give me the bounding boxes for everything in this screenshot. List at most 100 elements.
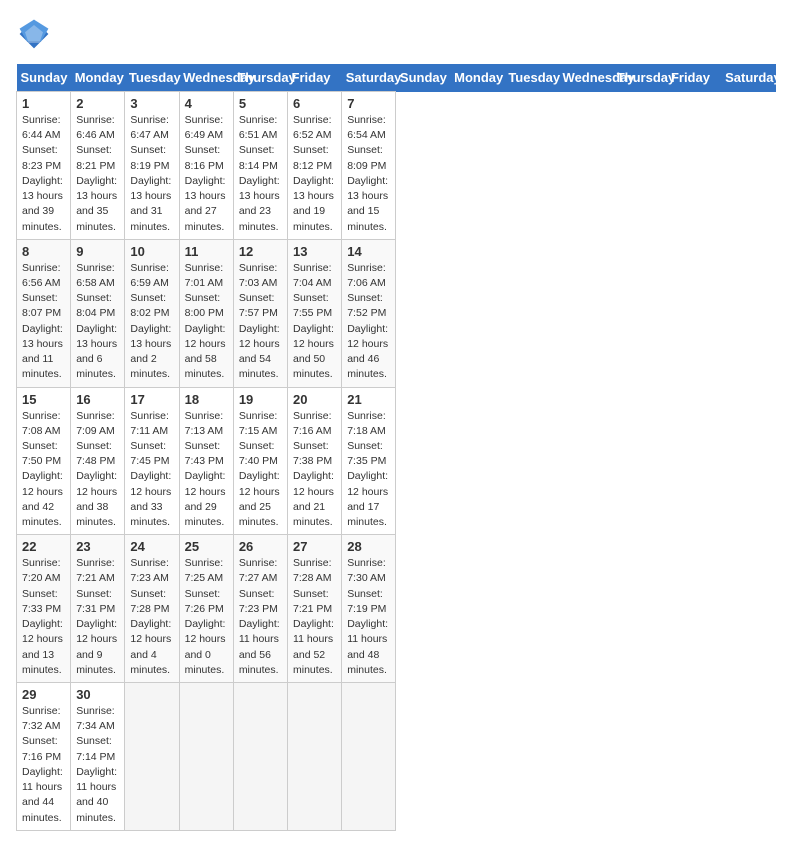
calendar-table: SundayMondayTuesdayWednesdayThursdayFrid… <box>16 64 776 831</box>
calendar-cell: 23 Sunrise: 7:21 AMSunset: 7:31 PMDaylig… <box>71 535 125 683</box>
day-info: Sunrise: 7:15 AMSunset: 7:40 PMDaylight:… <box>239 409 282 531</box>
day-number: 24 <box>130 539 173 554</box>
col-header-wednesday: Wednesday <box>559 64 613 92</box>
calendar-header-row: SundayMondayTuesdayWednesdayThursdayFrid… <box>17 64 776 92</box>
day-number: 11 <box>185 244 228 259</box>
calendar-cell: 15 Sunrise: 7:08 AMSunset: 7:50 PMDaylig… <box>17 387 71 535</box>
calendar-cell <box>288 683 342 831</box>
calendar-cell: 7 Sunrise: 6:54 AMSunset: 8:09 PMDayligh… <box>342 92 396 240</box>
calendar-cell <box>125 683 179 831</box>
day-info: Sunrise: 7:30 AMSunset: 7:19 PMDaylight:… <box>347 556 390 678</box>
day-number: 18 <box>185 392 228 407</box>
day-number: 8 <box>22 244 65 259</box>
col-header-sunday: Sunday <box>396 64 450 92</box>
day-info: Sunrise: 7:18 AMSunset: 7:35 PMDaylight:… <box>347 409 390 531</box>
day-info: Sunrise: 6:47 AMSunset: 8:19 PMDaylight:… <box>130 113 173 235</box>
calendar-cell: 22 Sunrise: 7:20 AMSunset: 7:33 PMDaylig… <box>17 535 71 683</box>
day-number: 29 <box>22 687 65 702</box>
calendar-cell: 28 Sunrise: 7:30 AMSunset: 7:19 PMDaylig… <box>342 535 396 683</box>
day-number: 17 <box>130 392 173 407</box>
day-info: Sunrise: 6:54 AMSunset: 8:09 PMDaylight:… <box>347 113 390 235</box>
calendar-cell <box>179 683 233 831</box>
day-number: 20 <box>293 392 336 407</box>
day-number: 27 <box>293 539 336 554</box>
day-info: Sunrise: 7:28 AMSunset: 7:21 PMDaylight:… <box>293 556 336 678</box>
calendar-week-3: 15 Sunrise: 7:08 AMSunset: 7:50 PMDaylig… <box>17 387 776 535</box>
day-info: Sunrise: 7:04 AMSunset: 7:55 PMDaylight:… <box>293 261 336 383</box>
calendar-week-5: 29 Sunrise: 7:32 AMSunset: 7:16 PMDaylig… <box>17 683 776 831</box>
calendar-cell: 6 Sunrise: 6:52 AMSunset: 8:12 PMDayligh… <box>288 92 342 240</box>
col-header-thursday: Thursday <box>233 64 287 92</box>
col-header-tuesday: Tuesday <box>125 64 179 92</box>
day-number: 3 <box>130 96 173 111</box>
col-header-saturday: Saturday <box>342 64 396 92</box>
day-number: 2 <box>76 96 119 111</box>
day-number: 26 <box>239 539 282 554</box>
day-info: Sunrise: 6:58 AMSunset: 8:04 PMDaylight:… <box>76 261 119 383</box>
calendar-cell: 2 Sunrise: 6:46 AMSunset: 8:21 PMDayligh… <box>71 92 125 240</box>
calendar-cell: 27 Sunrise: 7:28 AMSunset: 7:21 PMDaylig… <box>288 535 342 683</box>
day-info: Sunrise: 7:03 AMSunset: 7:57 PMDaylight:… <box>239 261 282 383</box>
col-header-monday: Monday <box>71 64 125 92</box>
calendar-cell: 25 Sunrise: 7:25 AMSunset: 7:26 PMDaylig… <box>179 535 233 683</box>
col-header-friday: Friday <box>288 64 342 92</box>
calendar-cell: 12 Sunrise: 7:03 AMSunset: 7:57 PMDaylig… <box>233 239 287 387</box>
calendar-cell: 16 Sunrise: 7:09 AMSunset: 7:48 PMDaylig… <box>71 387 125 535</box>
day-number: 13 <box>293 244 336 259</box>
calendar-cell: 20 Sunrise: 7:16 AMSunset: 7:38 PMDaylig… <box>288 387 342 535</box>
calendar-cell: 3 Sunrise: 6:47 AMSunset: 8:19 PMDayligh… <box>125 92 179 240</box>
col-header-monday: Monday <box>450 64 504 92</box>
calendar-cell <box>233 683 287 831</box>
day-number: 7 <box>347 96 390 111</box>
day-info: Sunrise: 7:32 AMSunset: 7:16 PMDaylight:… <box>22 704 65 826</box>
col-header-wednesday: Wednesday <box>179 64 233 92</box>
col-header-saturday: Saturday <box>721 64 775 92</box>
day-info: Sunrise: 6:52 AMSunset: 8:12 PMDaylight:… <box>293 113 336 235</box>
day-info: Sunrise: 6:44 AMSunset: 8:23 PMDaylight:… <box>22 113 65 235</box>
day-info: Sunrise: 7:34 AMSunset: 7:14 PMDaylight:… <box>76 704 119 826</box>
calendar-cell: 29 Sunrise: 7:32 AMSunset: 7:16 PMDaylig… <box>17 683 71 831</box>
col-header-thursday: Thursday <box>613 64 667 92</box>
calendar-cell: 17 Sunrise: 7:11 AMSunset: 7:45 PMDaylig… <box>125 387 179 535</box>
day-number: 5 <box>239 96 282 111</box>
day-info: Sunrise: 7:09 AMSunset: 7:48 PMDaylight:… <box>76 409 119 531</box>
page-header <box>16 16 776 52</box>
col-header-friday: Friday <box>667 64 721 92</box>
day-number: 23 <box>76 539 119 554</box>
calendar-week-4: 22 Sunrise: 7:20 AMSunset: 7:33 PMDaylig… <box>17 535 776 683</box>
col-header-sunday: Sunday <box>17 64 71 92</box>
day-info: Sunrise: 7:25 AMSunset: 7:26 PMDaylight:… <box>185 556 228 678</box>
day-info: Sunrise: 6:59 AMSunset: 8:02 PMDaylight:… <box>130 261 173 383</box>
day-info: Sunrise: 7:20 AMSunset: 7:33 PMDaylight:… <box>22 556 65 678</box>
day-info: Sunrise: 7:06 AMSunset: 7:52 PMDaylight:… <box>347 261 390 383</box>
calendar-cell: 26 Sunrise: 7:27 AMSunset: 7:23 PMDaylig… <box>233 535 287 683</box>
day-number: 28 <box>347 539 390 554</box>
day-info: Sunrise: 7:21 AMSunset: 7:31 PMDaylight:… <box>76 556 119 678</box>
day-number: 9 <box>76 244 119 259</box>
day-info: Sunrise: 7:11 AMSunset: 7:45 PMDaylight:… <box>130 409 173 531</box>
day-info: Sunrise: 6:51 AMSunset: 8:14 PMDaylight:… <box>239 113 282 235</box>
day-number: 25 <box>185 539 228 554</box>
calendar-cell <box>342 683 396 831</box>
calendar-cell: 24 Sunrise: 7:23 AMSunset: 7:28 PMDaylig… <box>125 535 179 683</box>
day-number: 22 <box>22 539 65 554</box>
day-number: 4 <box>185 96 228 111</box>
day-number: 12 <box>239 244 282 259</box>
calendar-cell: 18 Sunrise: 7:13 AMSunset: 7:43 PMDaylig… <box>179 387 233 535</box>
day-info: Sunrise: 6:56 AMSunset: 8:07 PMDaylight:… <box>22 261 65 383</box>
calendar-cell: 4 Sunrise: 6:49 AMSunset: 8:16 PMDayligh… <box>179 92 233 240</box>
calendar-cell: 13 Sunrise: 7:04 AMSunset: 7:55 PMDaylig… <box>288 239 342 387</box>
day-number: 30 <box>76 687 119 702</box>
day-info: Sunrise: 7:27 AMSunset: 7:23 PMDaylight:… <box>239 556 282 678</box>
calendar-week-1: 1 Sunrise: 6:44 AMSunset: 8:23 PMDayligh… <box>17 92 776 240</box>
logo-icon <box>16 16 52 52</box>
day-number: 10 <box>130 244 173 259</box>
day-number: 6 <box>293 96 336 111</box>
day-number: 19 <box>239 392 282 407</box>
calendar-cell: 11 Sunrise: 7:01 AMSunset: 8:00 PMDaylig… <box>179 239 233 387</box>
calendar-week-2: 8 Sunrise: 6:56 AMSunset: 8:07 PMDayligh… <box>17 239 776 387</box>
day-number: 1 <box>22 96 65 111</box>
day-info: Sunrise: 7:08 AMSunset: 7:50 PMDaylight:… <box>22 409 65 531</box>
calendar-cell: 9 Sunrise: 6:58 AMSunset: 8:04 PMDayligh… <box>71 239 125 387</box>
logo <box>16 16 58 52</box>
